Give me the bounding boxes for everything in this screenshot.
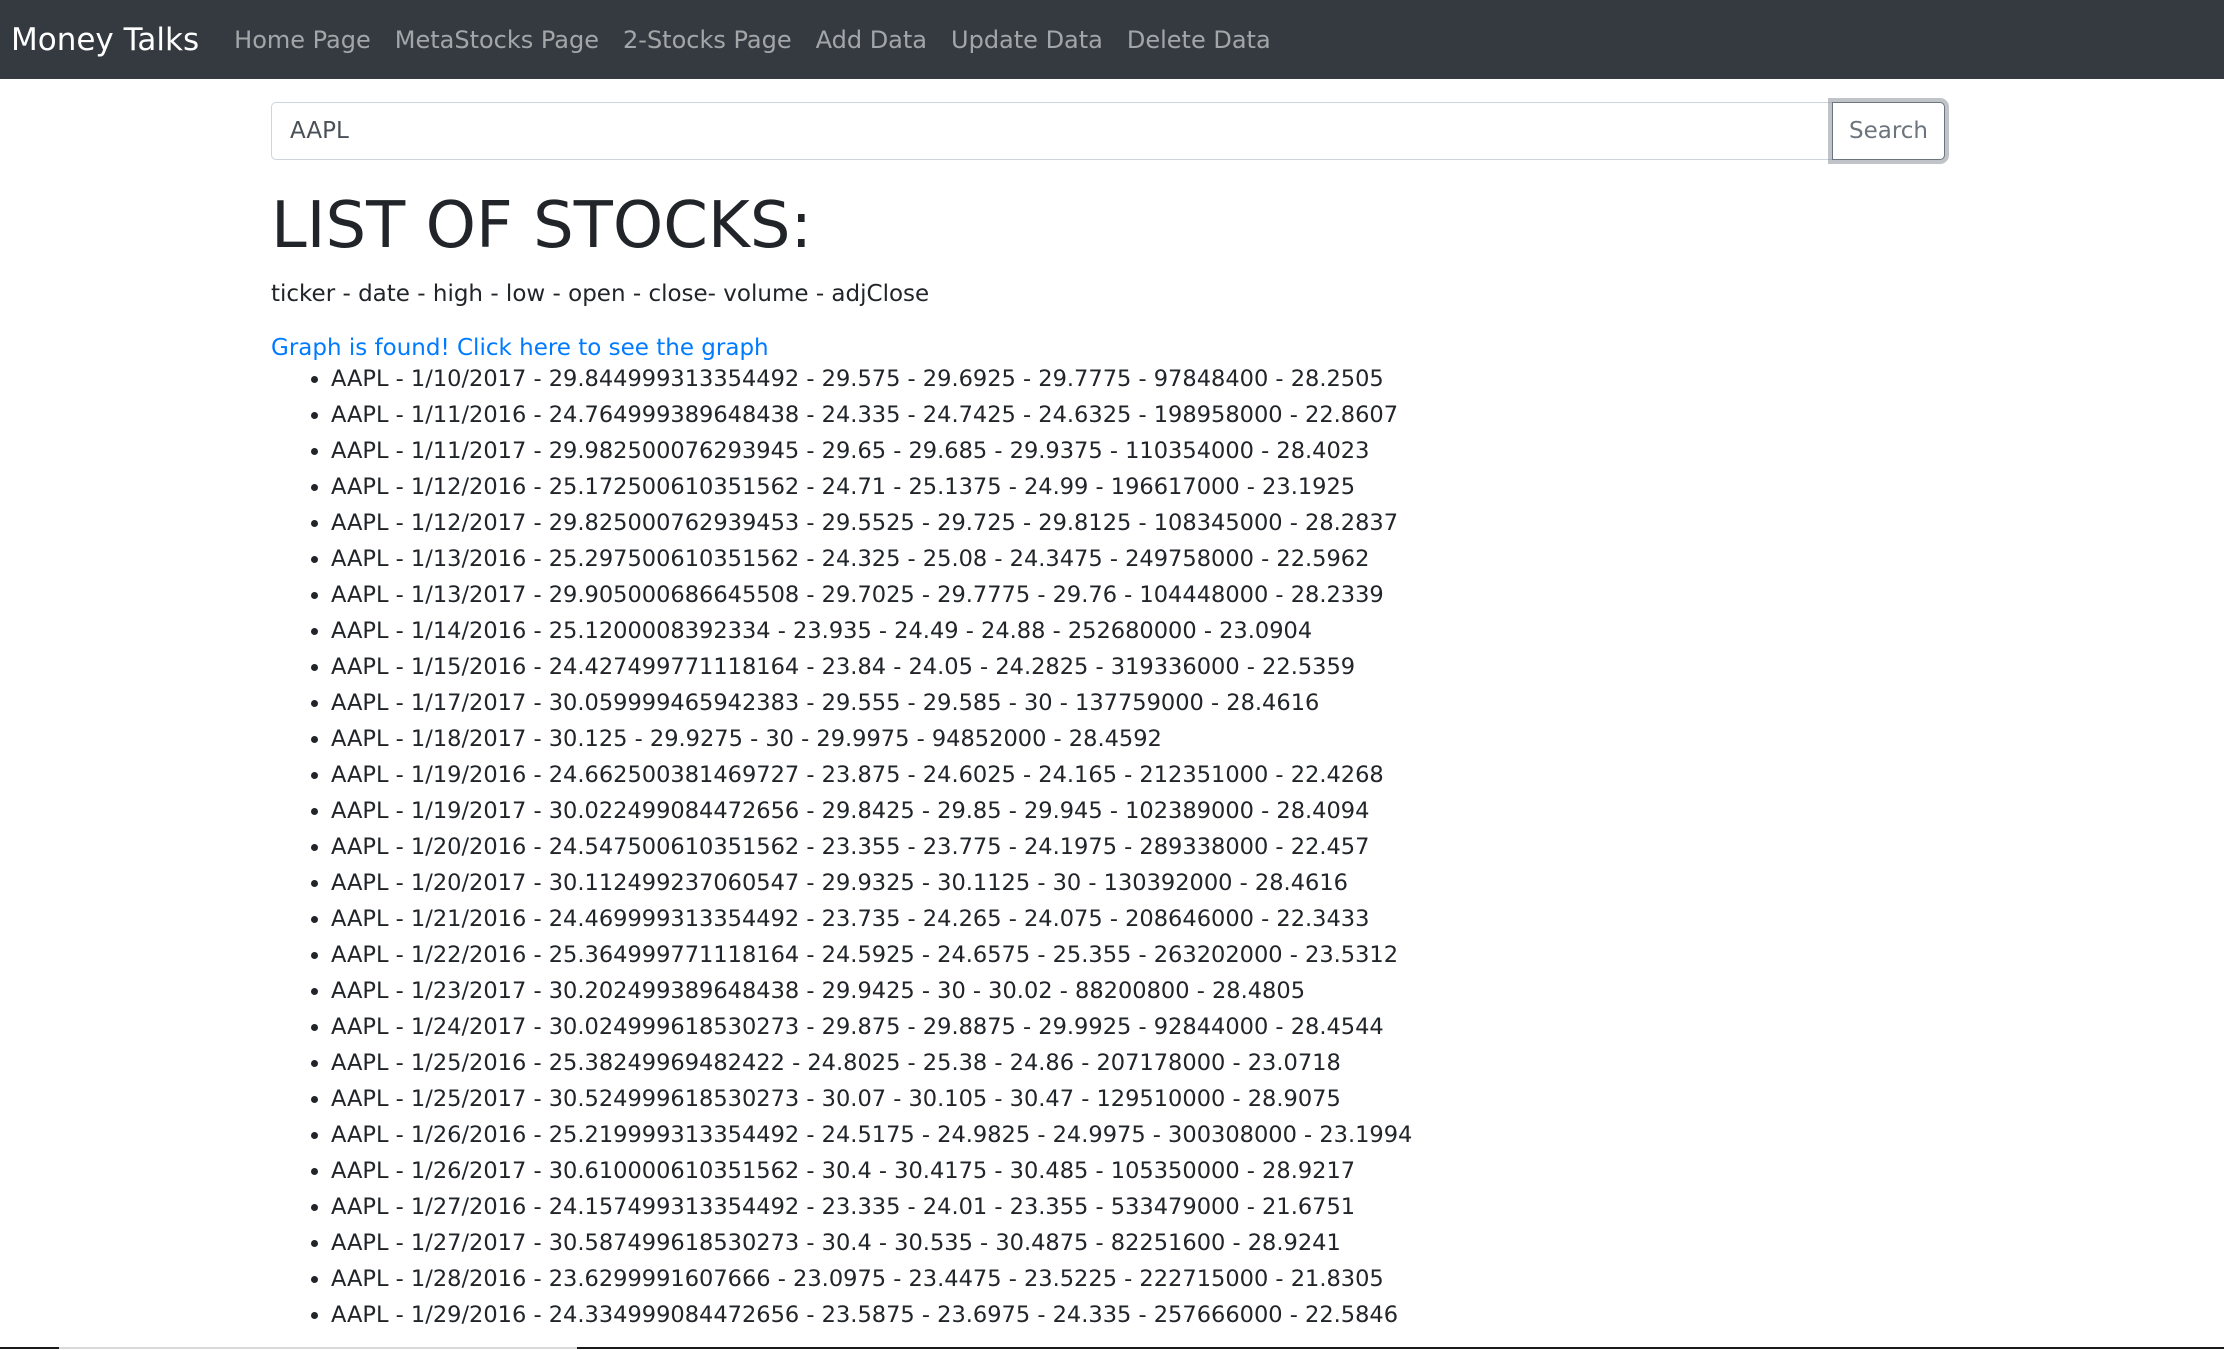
- field-legend: ticker - date - high - low - open - clos…: [271, 280, 930, 307]
- list-item: AAPL - 1/18/2017 - 30.125 - 29.9275 - 30…: [331, 721, 1945, 757]
- nav-link-add-data[interactable]: Add Data: [816, 26, 927, 54]
- list-item: AAPL - 1/10/2017 - 29.844999313354492 - …: [331, 361, 1945, 397]
- search-form: Search: [271, 102, 1945, 160]
- nav-link-home-page[interactable]: Home Page: [234, 26, 371, 54]
- list-item: AAPL - 1/11/2017 - 29.982500076293945 - …: [331, 433, 1945, 469]
- main-container: Search LIST OF STOCKS: ticker - date - h…: [271, 102, 1945, 1333]
- list-item: AAPL - 1/13/2016 - 25.297500610351562 - …: [331, 541, 1945, 577]
- list-item: AAPL - 1/19/2016 - 24.662500381469727 - …: [331, 757, 1945, 793]
- list-item: AAPL - 1/11/2016 - 24.764999389648438 - …: [331, 397, 1945, 433]
- list-item: AAPL - 1/15/2016 - 24.427499771118164 - …: [331, 649, 1945, 685]
- list-item: AAPL - 1/23/2017 - 30.202499389648438 - …: [331, 973, 1945, 1009]
- list-item: AAPL - 1/28/2016 - 23.6299991607666 - 23…: [331, 1261, 1945, 1297]
- list-item: AAPL - 1/22/2016 - 25.364999771118164 - …: [331, 937, 1945, 973]
- list-item: AAPL - 1/14/2016 - 25.1200008392334 - 23…: [331, 613, 1945, 649]
- list-item: AAPL - 1/12/2017 - 29.825000762939453 - …: [331, 505, 1945, 541]
- list-item: AAPL - 1/27/2016 - 24.157499313354492 - …: [331, 1189, 1945, 1225]
- nav-link-update-data[interactable]: Update Data: [951, 26, 1103, 54]
- list-item: AAPL - 1/17/2017 - 30.059999465942383 - …: [331, 685, 1945, 721]
- search-input[interactable]: [271, 102, 1832, 160]
- list-item: AAPL - 1/25/2017 - 30.524999618530273 - …: [331, 1081, 1945, 1117]
- window-bottom-edge: [0, 1347, 2224, 1349]
- page-title: LIST OF STOCKS:: [271, 189, 813, 263]
- nav-link-2-stocks-page[interactable]: 2-Stocks Page: [623, 26, 792, 54]
- list-item: AAPL - 1/21/2016 - 24.469999313354492 - …: [331, 901, 1945, 937]
- nav-link-metastocks-page[interactable]: MetaStocks Page: [395, 26, 599, 54]
- list-item: AAPL - 1/12/2016 - 25.172500610351562 - …: [331, 469, 1945, 505]
- stock-list: AAPL - 1/10/2017 - 29.844999313354492 - …: [271, 361, 1945, 1333]
- search-button[interactable]: Search: [1832, 102, 1945, 160]
- brand-logo-text[interactable]: Money Talks: [11, 22, 199, 58]
- list-item: AAPL - 1/20/2016 - 24.547500610351562 - …: [331, 829, 1945, 865]
- graph-link[interactable]: Graph is found! Click here to see the gr…: [271, 335, 769, 361]
- list-item: AAPL - 1/29/2016 - 24.334999084472656 - …: [331, 1297, 1945, 1333]
- top-navbar: Money Talks Home Page MetaStocks Page 2-…: [0, 0, 2224, 79]
- list-item: AAPL - 1/19/2017 - 30.022499084472656 - …: [331, 793, 1945, 829]
- horizontal-scrollbar-thumb[interactable]: [59, 1347, 577, 1349]
- list-item: AAPL - 1/24/2017 - 30.024999618530273 - …: [331, 1009, 1945, 1045]
- list-item: AAPL - 1/26/2017 - 30.610000610351562 - …: [331, 1153, 1945, 1189]
- list-item: AAPL - 1/27/2017 - 30.587499618530273 - …: [331, 1225, 1945, 1261]
- list-item: AAPL - 1/25/2016 - 25.38249969482422 - 2…: [331, 1045, 1945, 1081]
- nav-link-delete-data[interactable]: Delete Data: [1127, 26, 1271, 54]
- list-item: AAPL - 1/13/2017 - 29.905000686645508 - …: [331, 577, 1945, 613]
- list-item: AAPL - 1/26/2016 - 25.219999313354492 - …: [331, 1117, 1945, 1153]
- list-item: AAPL - 1/20/2017 - 30.112499237060547 - …: [331, 865, 1945, 901]
